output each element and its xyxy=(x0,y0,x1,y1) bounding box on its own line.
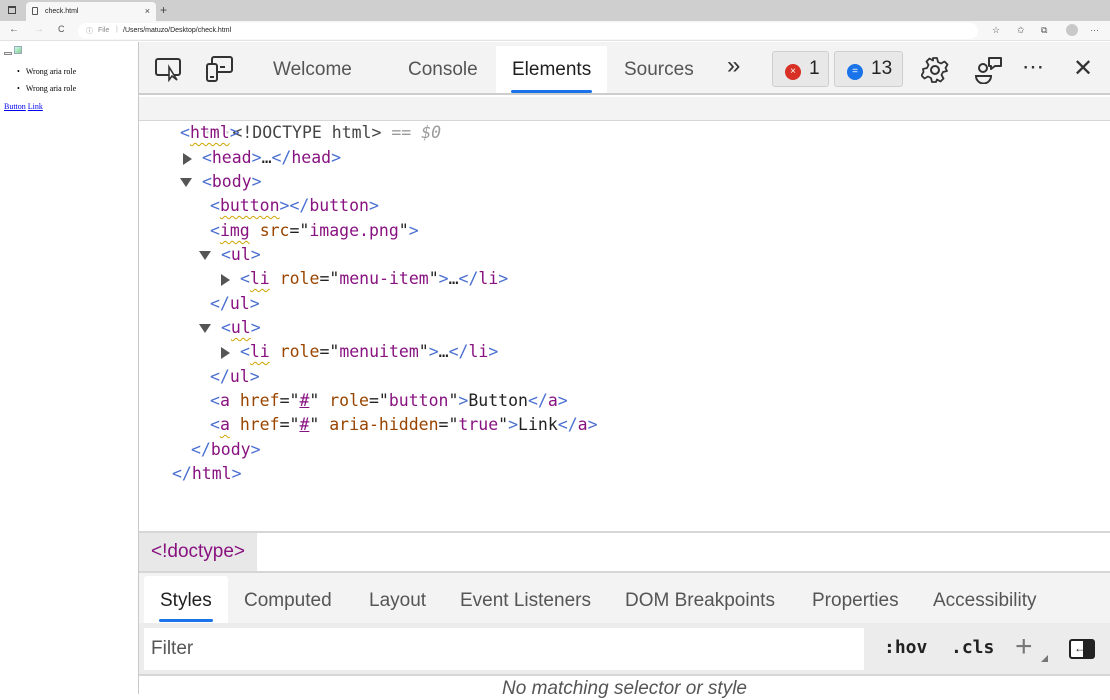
tab-sources[interactable]: Sources xyxy=(608,46,710,93)
error-count-badge[interactable]: × 1 xyxy=(772,51,829,87)
page-list-item: Wrong aria role xyxy=(17,84,76,93)
new-rule-menu-icon[interactable] xyxy=(1041,655,1048,662)
subtab-dom-breakpoints[interactable]: DOM Breakpoints xyxy=(609,576,791,624)
page-list-1: Wrong aria role xyxy=(17,67,76,76)
new-tab-button[interactable]: + xyxy=(160,3,167,17)
page-list-item: Wrong aria role xyxy=(17,67,76,76)
dom-node-li[interactable]: <li role="menu-item">…</li> xyxy=(221,267,508,291)
address-bar[interactable]: ⓘ File | /Users/matuzo/Desktop/check.htm… xyxy=(78,23,978,39)
devtools-panel: Welcome Console Elements Sources » × 1 =… xyxy=(139,42,1110,699)
browser-toolbar: ← → C ⓘ File | /Users/matuzo/Desktop/che… xyxy=(0,21,1110,41)
collapse-triangle-icon[interactable] xyxy=(199,324,211,333)
device-emulation-icon[interactable] xyxy=(205,56,233,87)
subtab-event-listeners[interactable]: Event Listeners xyxy=(444,576,607,624)
error-count: 1 xyxy=(809,58,820,79)
tab-console[interactable]: Console xyxy=(392,46,494,93)
page-icon xyxy=(32,7,38,15)
page-empty-button[interactable] xyxy=(4,52,12,55)
page-links: Button Link xyxy=(4,102,43,111)
hover-state-button[interactable]: :hov xyxy=(884,637,927,658)
tab-elements[interactable]: Elements xyxy=(496,46,608,93)
info-icon[interactable]: ⓘ xyxy=(86,26,93,36)
expand-triangle-icon[interactable] xyxy=(183,152,192,165)
dom-node-ul-close[interactable]: </ul> xyxy=(210,365,260,389)
expand-triangle-icon[interactable] xyxy=(221,273,230,286)
back-button[interactable]: ← xyxy=(9,24,19,35)
collections-icon[interactable]: ⧉ xyxy=(1041,25,1047,36)
collapse-triangle-icon[interactable] xyxy=(180,178,192,187)
subtab-properties[interactable]: Properties xyxy=(796,576,915,624)
subtab-accessibility[interactable]: Accessibility xyxy=(917,576,1052,624)
subtab-computed[interactable]: Computed xyxy=(228,576,348,624)
tab-title: check.html xyxy=(45,8,79,15)
toggle-sidebar-icon[interactable]: ← xyxy=(1069,639,1095,659)
dom-node-html-close[interactable]: </html> xyxy=(172,462,242,486)
tab-close-button[interactable]: × xyxy=(145,6,150,16)
dom-node-body-close[interactable]: </body> xyxy=(191,438,261,462)
breadcrumb-item-doctype[interactable]: <!doctype> xyxy=(139,533,258,571)
dom-node-li[interactable]: <li role="menuitem">…</li> xyxy=(221,340,498,364)
breadcrumb: <!doctype> xyxy=(139,531,1110,571)
error-icon: × xyxy=(785,64,801,80)
more-options-icon[interactable]: ⋯ xyxy=(1022,54,1046,80)
url-text[interactable]: /Users/matuzo/Desktop/check.html xyxy=(123,27,231,34)
favorites-icon[interactable]: ✩ xyxy=(1017,25,1025,36)
message-count-badge[interactable]: = 13 xyxy=(834,51,903,87)
tab-welcome[interactable]: Welcome xyxy=(257,46,368,93)
collapse-triangle-icon[interactable] xyxy=(199,251,211,260)
page-viewport: Wrong aria role Wrong aria role Button L… xyxy=(0,42,138,694)
tab-actions-icon[interactable] xyxy=(8,6,16,14)
message-count: 13 xyxy=(871,58,893,79)
page-list-2: Wrong aria role xyxy=(17,84,76,93)
close-devtools-icon[interactable]: ✕ xyxy=(1073,54,1093,83)
tab-strip: check.html × + xyxy=(0,0,1110,21)
broken-image-icon xyxy=(14,46,22,54)
dom-node-body[interactable]: <body> xyxy=(180,170,262,194)
profile-avatar[interactable] xyxy=(1066,24,1078,36)
scheme-label: File xyxy=(98,27,110,34)
dom-node-html[interactable]: <html> xyxy=(180,121,240,145)
dom-node-a-button[interactable]: <a href="#" role="button">Button</a> xyxy=(210,389,568,413)
dom-node-ul-close[interactable]: </ul> xyxy=(210,292,260,316)
dom-node-a-link[interactable]: <a href="#" aria-hidden="true">Link</a> xyxy=(210,413,598,437)
subtab-styles[interactable]: Styles xyxy=(144,576,228,624)
page-button-link[interactable]: Button xyxy=(4,102,26,111)
dom-node-head[interactable]: <head>…</head> xyxy=(183,146,341,170)
subtab-layout[interactable]: Layout xyxy=(353,576,442,624)
more-tabs-icon[interactable]: » xyxy=(727,52,740,80)
inspect-element-icon[interactable] xyxy=(155,56,183,87)
address-separator: | xyxy=(116,26,118,33)
feedback-icon[interactable] xyxy=(974,56,1004,89)
styles-filter-row: :hov .cls + ← xyxy=(139,623,1110,676)
browser-menu-button[interactable]: ··· xyxy=(1090,25,1099,35)
settings-gear-icon[interactable] xyxy=(920,56,949,89)
add-favorite-icon[interactable]: ☆ xyxy=(992,25,1000,36)
class-toggle-button[interactable]: .cls xyxy=(951,637,994,658)
devtools-toolbar: Welcome Console Elements Sources » × 1 =… xyxy=(139,42,1110,95)
styles-filter-input[interactable] xyxy=(144,628,864,670)
reload-button[interactable]: C xyxy=(58,24,65,34)
page-link[interactable]: Link xyxy=(28,102,43,111)
dom-node-ul[interactable]: <ul> xyxy=(199,243,261,267)
dom-node-img[interactable]: <img src="image.png"> xyxy=(210,219,419,243)
browser-tab[interactable]: check.html × xyxy=(26,2,156,21)
dom-tree: ···<!DOCTYPE html> == $0 <html> <head>…<… xyxy=(139,97,1110,530)
dom-node-doctype[interactable]: ···<!DOCTYPE html> == $0 xyxy=(139,97,1110,142)
styles-subtabs: Styles Computed Layout Event Listeners D… xyxy=(139,571,1110,624)
dom-node-button[interactable]: <button></button> xyxy=(210,194,379,218)
expand-triangle-icon[interactable] xyxy=(221,346,230,359)
no-match-message: No matching selector or style xyxy=(502,678,747,699)
forward-button[interactable]: → xyxy=(34,24,44,35)
message-icon: = xyxy=(847,64,863,80)
dom-node-ul[interactable]: <ul> xyxy=(199,316,261,340)
new-style-rule-button[interactable]: + xyxy=(1015,632,1033,662)
